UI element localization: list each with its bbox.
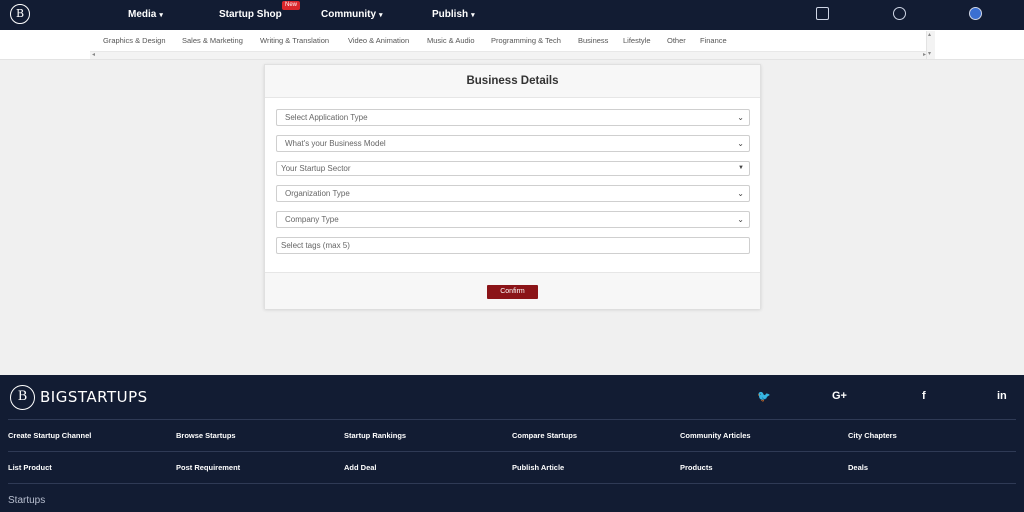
chat-icon[interactable]	[893, 7, 906, 20]
scroll-down-icon[interactable]: ▾	[928, 50, 931, 57]
caret-down-icon: ▼	[738, 165, 744, 171]
user-avatar-icon[interactable]	[969, 7, 982, 20]
new-badge: New	[282, 1, 301, 10]
application-type-select[interactable]: Select Application Type ⌄	[276, 109, 750, 126]
business-details-card: Business Details Select Application Type…	[264, 64, 761, 309]
category-sales-marketing[interactable]: Sales & Marketing	[182, 36, 243, 45]
confirm-button[interactable]: Confirm	[487, 285, 538, 299]
nav-startup-shop-label: Startup Shop	[219, 9, 282, 20]
footer-link[interactable]: City Chapters	[848, 431, 897, 440]
nav-media[interactable]: Media ▾	[128, 0, 163, 30]
footer-link[interactable]: List Product	[8, 463, 52, 472]
nav-publish[interactable]: Publish ▾	[432, 0, 475, 30]
form-footer: Confirm	[265, 272, 760, 309]
category-programming-tech[interactable]: Programming & Tech	[491, 36, 561, 45]
nav-community[interactable]: Community ▾	[321, 0, 383, 30]
footer-divider	[8, 483, 1016, 484]
nav-publish-label: Publish	[432, 9, 469, 20]
tags-input[interactable]: Select tags (max 5)	[276, 237, 750, 254]
vertical-scrollbar[interactable]: ▴ ▾	[926, 31, 935, 59]
footer-link[interactable]: Community Articles	[680, 431, 751, 440]
footer-link[interactable]: Compare Startups	[512, 431, 577, 440]
category-music-audio[interactable]: Music & Audio	[427, 36, 475, 45]
chevron-down-icon: ⌄	[737, 139, 744, 148]
category-other[interactable]: Other	[667, 36, 686, 45]
category-finance[interactable]: Finance	[700, 36, 727, 45]
horizontal-scrollbar[interactable]: ◂ ▸	[90, 51, 932, 59]
business-model-select[interactable]: What's your Business Model ⌄	[276, 135, 750, 152]
form-title: Business Details	[265, 65, 760, 98]
scroll-left-icon[interactable]: ◂	[92, 51, 95, 58]
startup-shop-icon[interactable]	[816, 7, 829, 20]
category-video-animation[interactable]: Video & Animation	[348, 36, 409, 45]
footer-section-title: Startups	[8, 495, 46, 506]
footer-logo[interactable]: B	[10, 385, 35, 410]
footer-divider	[8, 451, 1016, 452]
footer-link[interactable]: Create Startup Channel	[8, 431, 91, 440]
brand-logo[interactable]: B	[10, 4, 30, 24]
nav-community-label: Community	[321, 9, 376, 20]
footer-link[interactable]: Add Deal	[344, 463, 377, 472]
footer-link[interactable]: Publish Article	[512, 463, 564, 472]
chevron-down-icon: ▾	[471, 12, 475, 19]
top-nav: B Media ▾ Startup Shop New Community ▾ Pub…	[0, 0, 1024, 30]
footer-link[interactable]: Products	[680, 463, 713, 472]
footer-link[interactable]: Deals	[848, 463, 868, 472]
category-lifestyle[interactable]: Lifestyle	[623, 36, 651, 45]
category-business[interactable]: Business	[578, 36, 608, 45]
company-type-select[interactable]: Company Type ⌄	[276, 211, 750, 228]
chevron-down-icon: ⌄	[737, 113, 744, 122]
facebook-icon[interactable]: f	[922, 390, 926, 402]
category-writing-translation[interactable]: Writing & Translation	[260, 36, 329, 45]
company-type-placeholder: Company Type	[285, 215, 339, 224]
organization-type-select[interactable]: Organization Type ⌄	[276, 185, 750, 202]
startup-sector-select[interactable]: Your Startup Sector ▼	[276, 161, 750, 176]
scroll-up-icon[interactable]: ▴	[928, 31, 931, 38]
chevron-down-icon: ⌄	[737, 189, 744, 198]
business-model-placeholder: What's your Business Model	[285, 139, 386, 148]
tags-placeholder: Select tags (max 5)	[281, 241, 350, 250]
footer-brand[interactable]: BIGSTARTUPS	[40, 388, 148, 406]
google-plus-icon[interactable]: G+	[832, 390, 847, 402]
chevron-down-icon: ▾	[379, 12, 383, 19]
footer-link[interactable]: Post Requirement	[176, 463, 240, 472]
twitter-icon[interactable]: 🐦	[757, 390, 771, 403]
nav-media-label: Media	[128, 9, 157, 20]
footer-divider	[8, 419, 1016, 420]
footer-link[interactable]: Startup Rankings	[344, 431, 406, 440]
site-footer: B BIGSTARTUPS 🐦 G+ f in Create Startup C…	[0, 375, 1024, 512]
category-graphics-design[interactable]: Graphics & Design	[103, 36, 166, 45]
organization-type-placeholder: Organization Type	[285, 189, 350, 198]
chevron-down-icon: ⌄	[737, 215, 744, 224]
footer-link[interactable]: Browse Startups	[176, 431, 236, 440]
linkedin-icon[interactable]: in	[997, 390, 1007, 402]
startup-sector-placeholder: Your Startup Sector	[281, 164, 351, 173]
chevron-down-icon: ▾	[159, 12, 163, 19]
nav-startup-shop[interactable]: Startup Shop	[219, 0, 282, 30]
application-type-placeholder: Select Application Type	[285, 113, 368, 122]
